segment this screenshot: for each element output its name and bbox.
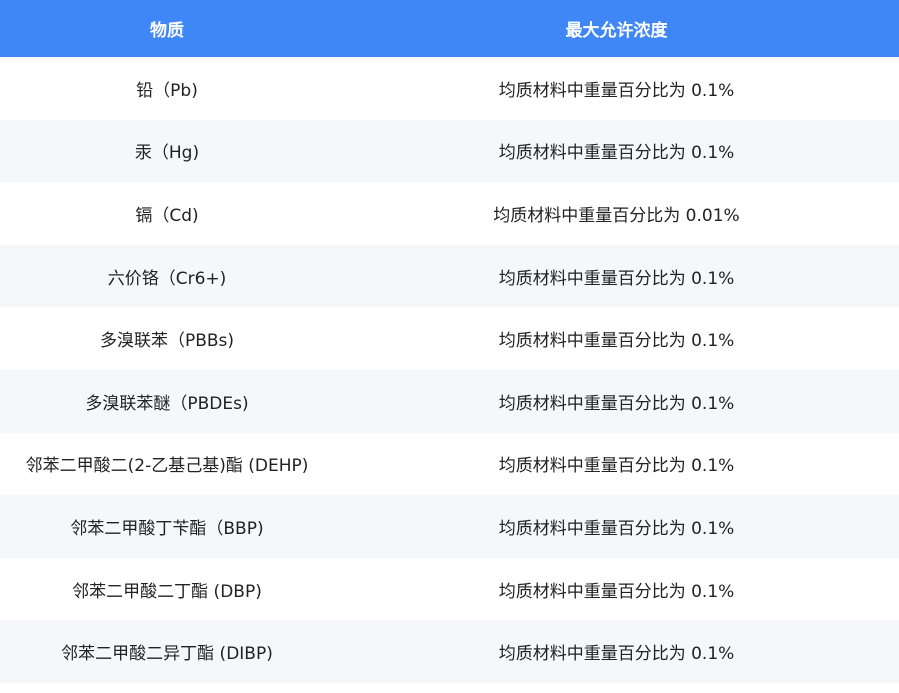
header-substance: 物质 bbox=[150, 21, 184, 41]
substance-cell: 镉（Cd) bbox=[135, 205, 199, 226]
limit-cell: 均质材料中重量百分比为 0.1% bbox=[498, 80, 735, 101]
header-max-concentration: 最大允许浓度 bbox=[565, 21, 668, 41]
substance-cell: 多溴联苯（PBBs) bbox=[99, 331, 235, 352]
substance-cell: 多溴联苯醚（PBDEs) bbox=[85, 393, 249, 414]
table-row: 邻苯二甲酸二(2-乙基己基)酯 (DEHP) 均质材料中重量百分比为 0.1% bbox=[0, 433, 899, 496]
table-row: 镉（Cd) 均质材料中重量百分比为 0.01% bbox=[0, 182, 899, 245]
limit-cell: 均质材料中重量百分比为 0.1% bbox=[498, 581, 735, 602]
table-row: 邻苯二甲酸丁苄酯（BBP) 均质材料中重量百分比为 0.1% bbox=[0, 495, 899, 558]
limit-cell: 均质材料中重量百分比为 0.1% bbox=[498, 143, 735, 164]
table-row: 汞（Hg) 均质材料中重量百分比为 0.1% bbox=[0, 119, 899, 183]
limit-cell: 均质材料中重量百分比为 0.1% bbox=[498, 331, 735, 352]
substance-cell: 邻苯二甲酸二异丁酯 (DIBP) bbox=[61, 644, 273, 665]
substance-cell: 汞（Hg) bbox=[134, 143, 200, 164]
limit-cell: 均质材料中重量百分比为 0.1% bbox=[498, 268, 735, 289]
table-row: 邻苯二甲酸二丁酯 (DBP) 均质材料中重量百分比为 0.1% bbox=[0, 558, 899, 621]
limit-cell: 均质材料中重量百分比为 0.1% bbox=[498, 644, 735, 665]
substance-limits-table: 物质 最大允许浓度 铅（Pb) 均质材料中重量百分比为 0.1% 汞（Hg) 均… bbox=[0, 0, 899, 693]
table-row: 铅（Pb) 均质材料中重量百分比为 0.1% bbox=[0, 57, 899, 120]
table-row: 邻苯二甲酸二异丁酯 (DIBP) 均质材料中重量百分比为 0.1% bbox=[0, 620, 899, 683]
substance-cell: 六价铬（Cr6+) bbox=[107, 268, 227, 289]
substance-cell: 铅（Pb) bbox=[136, 80, 198, 101]
table-row: 六价铬（Cr6+) 均质材料中重量百分比为 0.1% bbox=[0, 244, 899, 308]
limit-cell: 均质材料中重量百分比为 0.1% bbox=[498, 518, 735, 539]
table-row: 多溴联苯（PBBs) 均质材料中重量百分比为 0.1% bbox=[0, 307, 899, 370]
limit-cell: 均质材料中重量百分比为 0.1% bbox=[498, 393, 735, 414]
substance-cell: 邻苯二甲酸二丁酯 (DBP) bbox=[72, 581, 262, 602]
table-body: 铅（Pb) 均质材料中重量百分比为 0.1% 汞（Hg) 均质材料中重量百分比为… bbox=[0, 57, 899, 683]
substance-cell: 邻苯二甲酸丁苄酯（BBP) bbox=[70, 518, 264, 539]
table-header: 物质 最大允许浓度 bbox=[0, 0, 899, 57]
substance-cell: 邻苯二甲酸二(2-乙基己基)酯 (DEHP) bbox=[25, 456, 309, 477]
table-row: 多溴联苯醚（PBDEs) 均质材料中重量百分比为 0.1% bbox=[0, 369, 899, 433]
limit-cell: 均质材料中重量百分比为 0.1% bbox=[498, 456, 735, 477]
limit-cell: 均质材料中重量百分比为 0.01% bbox=[493, 205, 740, 226]
